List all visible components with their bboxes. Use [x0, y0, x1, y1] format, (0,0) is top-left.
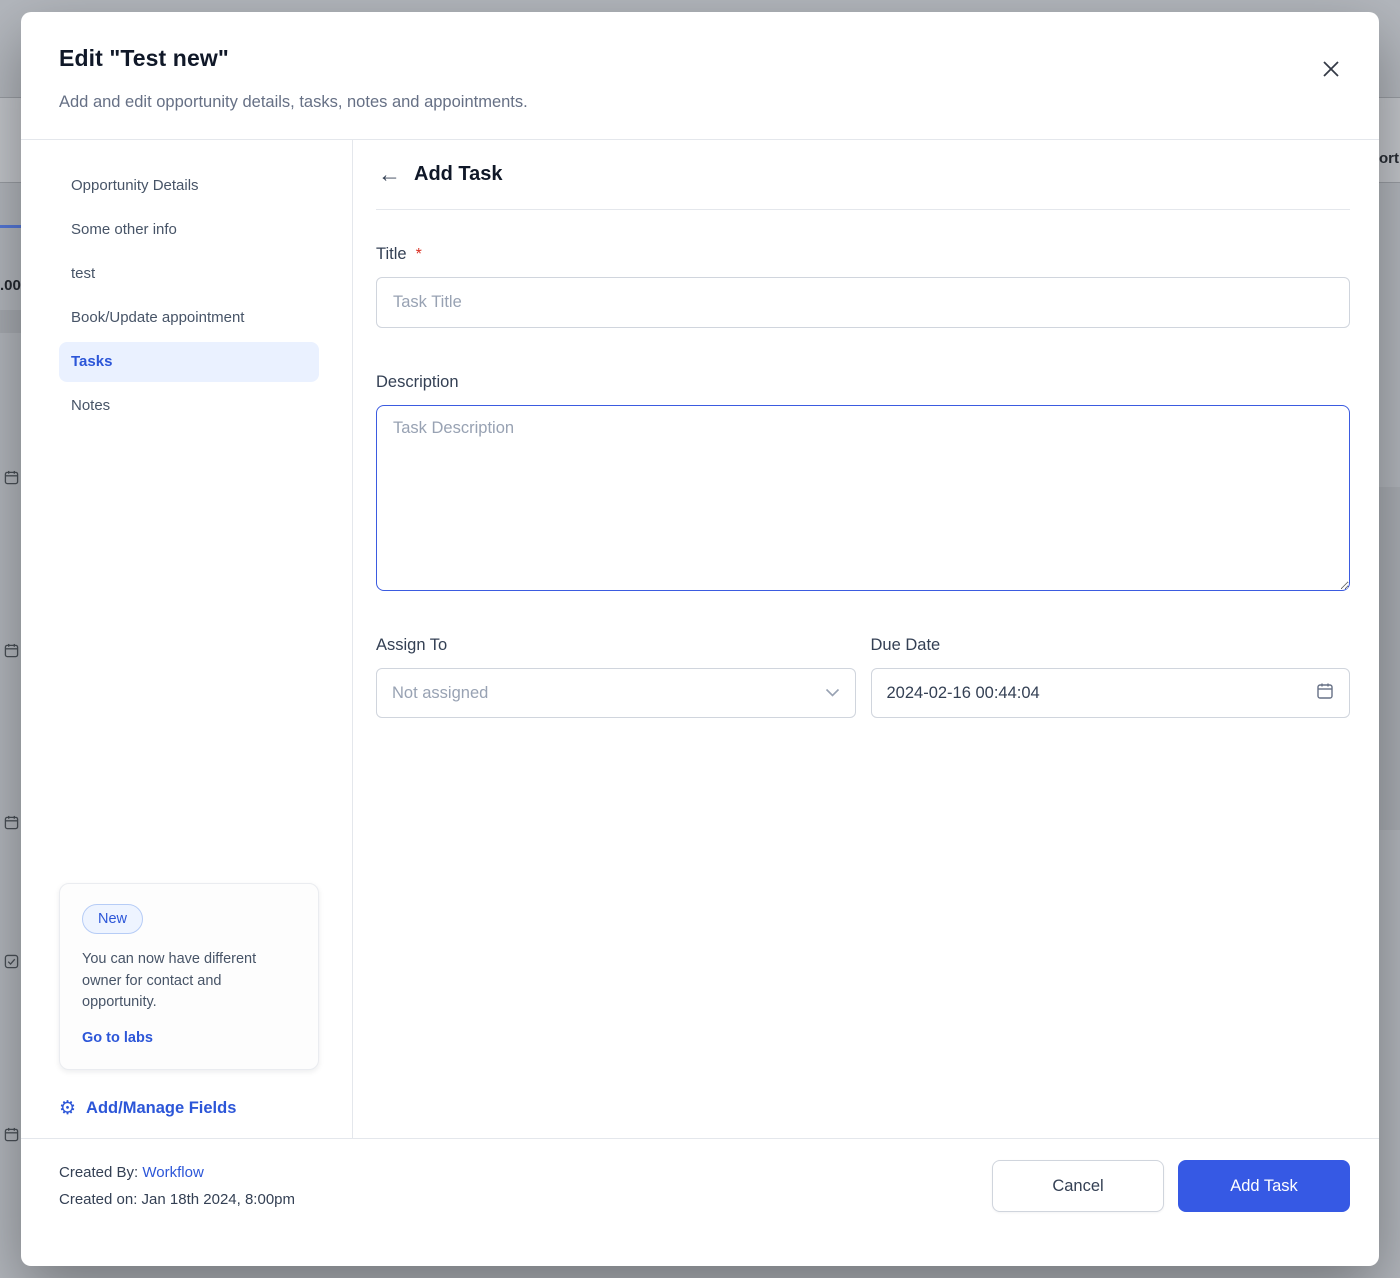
- due-date-label: Due Date: [871, 636, 1351, 655]
- background-row-band: [0, 310, 21, 333]
- add-manage-fields-button[interactable]: ⚙ Add/Manage Fields: [59, 1099, 319, 1118]
- modal-subtitle: Add and edit opportunity details, tasks,…: [59, 93, 528, 111]
- chevron-down-icon: [825, 684, 840, 702]
- workflow-link[interactable]: Workflow: [142, 1164, 203, 1181]
- assign-to-value: Not assigned: [392, 683, 489, 702]
- modal-sidebar: Opportunity Details Some other info test…: [21, 140, 352, 1138]
- go-to-labs-link[interactable]: Go to labs: [82, 1030, 153, 1046]
- calendar-icon: [4, 643, 19, 658]
- created-info: Created By: Workflow Created on: Jan 18t…: [59, 1159, 295, 1213]
- modal-footer: Created By: Workflow Created on: Jan 18t…: [21, 1138, 1379, 1266]
- background-amount-fragment: .00: [0, 277, 21, 294]
- calendar-icon: [4, 470, 19, 485]
- background-header-fragment: ort: [1379, 150, 1399, 167]
- pane-heading-row: ← Add Task: [376, 163, 1350, 210]
- title-label-text: Title: [376, 245, 407, 263]
- assign-to-select[interactable]: Not assigned: [376, 668, 856, 718]
- due-date-label-text: Due Date: [870, 636, 941, 654]
- footer-buttons: Cancel Add Task: [992, 1159, 1350, 1212]
- add-manage-fields-label: Add/Manage Fields: [86, 1099, 237, 1117]
- calendar-icon: [4, 815, 19, 830]
- sidebar-nav: Opportunity Details Some other info test…: [59, 166, 319, 430]
- sidebar-item-tasks[interactable]: Tasks: [59, 342, 319, 382]
- assign-to-field: Assign To Not assigned: [376, 636, 856, 718]
- title-label: Title *: [376, 245, 1350, 264]
- add-task-pane: ← Add Task Title * Description Assign To…: [353, 140, 1379, 1138]
- due-date-input[interactable]: 2024-02-16 00:44:04: [870, 668, 1350, 718]
- background-table-edge-left: [0, 97, 21, 183]
- background-table-edge-right: [1379, 97, 1400, 183]
- modal-header: Edit "Test new" Add and edit opportunity…: [21, 12, 1379, 139]
- task-description-textarea[interactable]: [376, 405, 1350, 591]
- due-date-field: Due Date 2024-02-16 00:44:04: [870, 636, 1351, 718]
- background-active-tab-line: [0, 225, 21, 228]
- description-label-text: Description: [376, 373, 459, 391]
- modal-body: Opportunity Details Some other info test…: [21, 140, 1379, 1138]
- calendar-icon: [4, 1127, 19, 1142]
- cancel-button[interactable]: Cancel: [992, 1160, 1164, 1212]
- edit-opportunity-modal: Edit "Test new" Add and edit opportunity…: [21, 12, 1379, 1266]
- created-on-line: Created on: Jan 18th 2024, 8:00pm: [59, 1191, 296, 1208]
- sidebar-item-some-other-info[interactable]: Some other info: [59, 210, 319, 250]
- add-task-button[interactable]: Add Task: [1178, 1160, 1350, 1212]
- gear-icon: ⚙: [59, 1098, 77, 1119]
- created-by-line: Created By: Workflow: [59, 1159, 295, 1186]
- due-date-value: 2024-02-16 00:44:04: [886, 683, 1040, 702]
- sidebar-item-opportunity-details[interactable]: Opportunity Details: [59, 166, 319, 206]
- assign-to-label: Assign To: [376, 636, 856, 655]
- checkbox-icon: [4, 954, 19, 969]
- modal-title: Edit "Test new": [59, 45, 229, 71]
- calendar-icon: [1316, 682, 1334, 705]
- back-arrow-icon[interactable]: ←: [378, 163, 401, 186]
- sidebar-item-book-update-appointment[interactable]: Book/Update appointment: [59, 298, 319, 338]
- close-icon[interactable]: [1316, 54, 1346, 84]
- task-title-input[interactable]: [376, 277, 1350, 328]
- assign-to-label-text: Assign To: [376, 636, 448, 654]
- pane-heading: Add Task: [414, 163, 503, 185]
- background-panel-right: [1379, 487, 1400, 830]
- notification-text: You can now have different owner for con…: [82, 950, 257, 1011]
- sidebar-item-notes[interactable]: Notes: [59, 386, 319, 426]
- sidebar-item-test[interactable]: test: [59, 254, 319, 294]
- required-asterisk: *: [415, 245, 422, 263]
- labs-notification-card: New You can now have different owner for…: [59, 882, 319, 1070]
- assign-due-row: Assign To Not assigned Due Date 2024-02-…: [376, 636, 1350, 718]
- new-badge: New: [82, 903, 144, 934]
- created-by-label: Created By:: [59, 1164, 139, 1181]
- description-label: Description: [376, 373, 1350, 392]
